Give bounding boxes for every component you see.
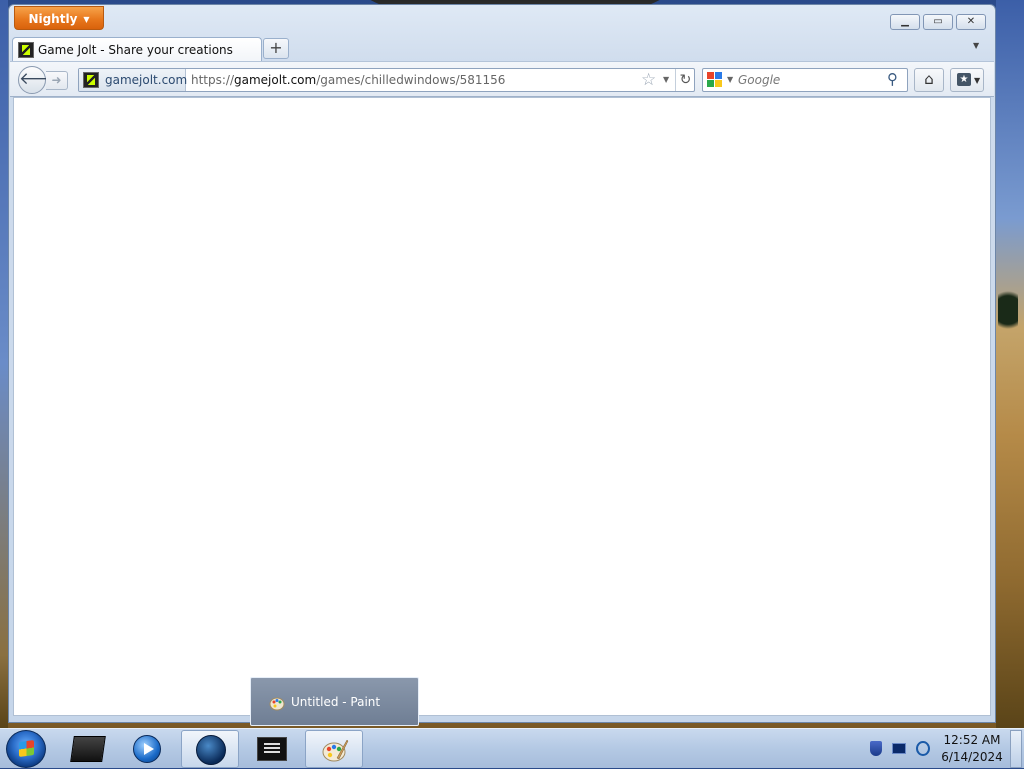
maximize-button[interactable]: ▭ bbox=[923, 14, 953, 30]
taskbar-item-terminal[interactable] bbox=[58, 730, 116, 768]
paint-palette-icon bbox=[269, 697, 285, 711]
taskbar-item-browser[interactable] bbox=[181, 730, 239, 768]
chevron-down-icon: ▼ bbox=[974, 76, 981, 85]
navigation-toolbar: 🡐 ➜ gamejolt.com https://gamejolt.com/ga… bbox=[10, 61, 994, 97]
url-bar[interactable]: gamejolt.com https://gamejolt.com/games/… bbox=[78, 68, 695, 92]
google-search-engine-icon[interactable] bbox=[707, 72, 723, 88]
minimize-button[interactable]: ▁ bbox=[890, 14, 920, 30]
media-player-icon bbox=[133, 735, 161, 763]
chevron-down-icon: ▼ bbox=[83, 14, 90, 24]
start-button[interactable] bbox=[6, 730, 46, 768]
site-identity-button[interactable]: gamejolt.com bbox=[79, 69, 188, 91]
url-input[interactable]: https://gamejolt.com/games/chilledwindow… bbox=[191, 73, 505, 87]
desktop-wallpaper-left bbox=[0, 0, 8, 728]
forward-button[interactable]: ➜ bbox=[46, 71, 68, 90]
security-shield-icon[interactable] bbox=[870, 741, 882, 756]
url-path: /games/chilledwindows/581156 bbox=[316, 73, 506, 87]
search-input[interactable]: Google bbox=[738, 73, 780, 87]
bookmark-star-icon[interactable]: ☆ bbox=[641, 70, 656, 90]
tab-game-jolt[interactable]: Game Jolt - Share your creations bbox=[12, 37, 262, 62]
app-menu-label: Nightly bbox=[28, 12, 78, 26]
show-desktop-button[interactable] bbox=[1010, 730, 1022, 768]
app-menu-button[interactable]: Nightly ▼ bbox=[14, 6, 104, 30]
clock-date[interactable]: 6/14/2024 bbox=[940, 750, 1004, 764]
page-content[interactable] bbox=[13, 97, 991, 716]
paint-palette-icon bbox=[322, 739, 349, 762]
reload-button[interactable]: ↻ bbox=[675, 69, 695, 91]
close-button[interactable]: ✕ bbox=[956, 14, 986, 30]
bookmarks-menu-button[interactable]: ★ ▼ bbox=[950, 68, 984, 92]
volume-icon[interactable] bbox=[916, 741, 930, 756]
search-icon[interactable]: ⚲ bbox=[887, 70, 898, 88]
network-icon[interactable] bbox=[892, 743, 906, 754]
url-host: gamejolt.com bbox=[234, 73, 317, 87]
taskbar-item-command-prompt[interactable] bbox=[243, 730, 301, 768]
tab-title: Game Jolt - Share your creations bbox=[38, 43, 233, 57]
globe-icon bbox=[196, 735, 226, 765]
terminal-icon bbox=[70, 736, 106, 762]
identity-domain: gamejolt.com bbox=[105, 73, 188, 87]
browser-window: Nightly ▼ ▁ ▭ ✕ Game Jolt - Share your cr… bbox=[8, 4, 996, 723]
system-tray: 12:52 AM 6/14/2024 bbox=[864, 729, 1024, 769]
gamejolt-favicon-icon bbox=[18, 42, 34, 58]
taskbar-item-paint[interactable] bbox=[305, 730, 363, 768]
url-history-dropdown-icon[interactable]: ▼ bbox=[663, 75, 669, 84]
taskbar-item-media-player[interactable] bbox=[119, 730, 177, 768]
clock-time[interactable]: 12:52 AM bbox=[940, 733, 1004, 747]
new-tab-button[interactable]: + bbox=[263, 38, 289, 59]
gamejolt-favicon-icon bbox=[83, 72, 99, 88]
tab-list-chevron-icon[interactable]: ▼ bbox=[973, 41, 979, 50]
taskbar-thumbnail-popup[interactable]: Untitled - Paint bbox=[250, 677, 419, 726]
url-prefix: https:// bbox=[191, 73, 235, 87]
wallpaper-tree bbox=[998, 290, 1018, 340]
command-prompt-icon bbox=[257, 737, 287, 761]
search-engine-dropdown-icon[interactable]: ▼ bbox=[727, 75, 733, 84]
home-button[interactable]: ⌂ bbox=[914, 68, 944, 92]
taskbar: 12:52 AM 6/14/2024 bbox=[0, 728, 1024, 768]
desktop-wallpaper-right bbox=[996, 0, 1024, 728]
thumbnail-title: Untitled - Paint bbox=[291, 695, 381, 709]
search-bar[interactable]: ▼ Google ⚲ bbox=[702, 68, 908, 92]
bookmarks-icon: ★ bbox=[957, 73, 971, 86]
back-button[interactable]: 🡐 bbox=[18, 66, 65, 94]
